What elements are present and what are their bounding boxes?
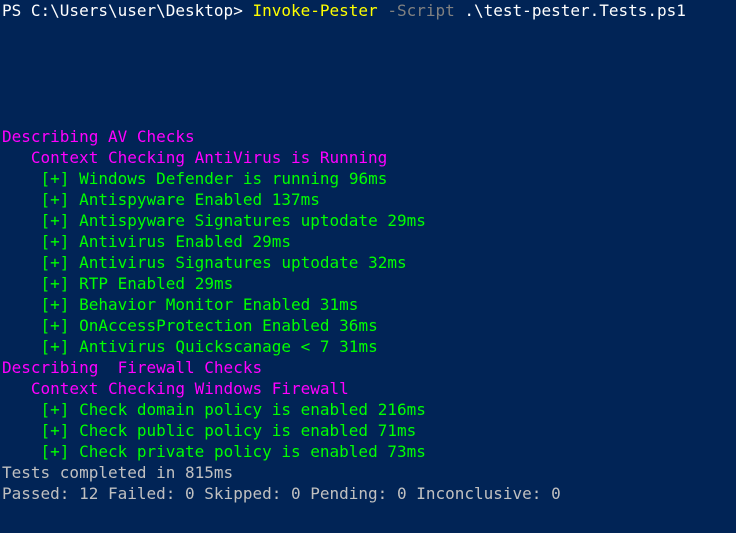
test-name: Antivirus Signatures uptodate xyxy=(79,253,358,272)
context-header: Context Checking Windows Firewall xyxy=(2,378,734,399)
cmdlet: Invoke-Pester xyxy=(252,1,377,20)
test-duration: 73ms xyxy=(387,442,426,461)
test-name: Behavior Monitor Enabled xyxy=(79,295,310,314)
test-name: OnAccessProtection Enabled xyxy=(79,316,329,335)
test-duration: 29ms xyxy=(387,211,426,230)
describe-header: Describing AV Checks xyxy=(2,126,734,147)
describe-header: Describing Firewall Checks xyxy=(2,357,734,378)
tests-summary-counts: Passed: 12 Failed: 0 Skipped: 0 Pending:… xyxy=(2,483,734,504)
pass-icon: [+] xyxy=(41,232,70,251)
prompt-line: PS C:\Users\user\Desktop> Invoke-Pester … xyxy=(2,0,734,21)
test-name: Check private policy is enabled xyxy=(79,442,378,461)
test-pass: [+] RTP Enabled 29ms xyxy=(2,273,734,294)
test-duration: 31ms xyxy=(339,337,378,356)
test-duration: 29ms xyxy=(195,274,234,293)
test-pass: [+] Check private policy is enabled 73ms xyxy=(2,441,734,462)
test-duration: 32ms xyxy=(368,253,407,272)
tests-completed: Tests completed in 815ms xyxy=(2,462,734,483)
test-name: RTP Enabled xyxy=(79,274,185,293)
pass-icon: [+] xyxy=(41,190,70,209)
test-name: Antivirus Quickscanage < 7 xyxy=(79,337,329,356)
pass-icon: [+] xyxy=(41,400,70,419)
test-pass: [+] Check domain policy is enabled 216ms xyxy=(2,399,734,420)
test-pass: [+] Antispyware Signatures uptodate 29ms xyxy=(2,210,734,231)
pass-icon: [+] xyxy=(41,253,70,272)
powershell-terminal[interactable]: PS C:\Users\user\Desktop> Invoke-Pester … xyxy=(0,0,736,504)
test-duration: 71ms xyxy=(378,421,417,440)
test-pass: [+] Antivirus Signatures uptodate 32ms xyxy=(2,252,734,273)
pass-icon: [+] xyxy=(41,442,70,461)
test-name: Check public policy is enabled xyxy=(79,421,368,440)
pass-icon: [+] xyxy=(41,337,70,356)
test-name: Antispyware Enabled xyxy=(79,190,262,209)
test-name: Windows Defender is running xyxy=(79,169,339,188)
param-name: -Script xyxy=(378,1,455,20)
test-pass: [+] OnAccessProtection Enabled 36ms xyxy=(2,315,734,336)
blank-area xyxy=(2,21,734,126)
test-pass: [+] Antivirus Quickscanage < 7 31ms xyxy=(2,336,734,357)
pass-icon: [+] xyxy=(41,316,70,335)
context-header: Context Checking AntiVirus is Running xyxy=(2,147,734,168)
ps-prompt: PS C:\Users\user\Desktop> xyxy=(2,1,252,20)
test-name: Antivirus Enabled xyxy=(79,232,243,251)
test-pass: [+] Check public policy is enabled 71ms xyxy=(2,420,734,441)
test-pass: [+] Windows Defender is running 96ms xyxy=(2,168,734,189)
test-duration: 96ms xyxy=(349,169,388,188)
pass-icon: [+] xyxy=(41,211,70,230)
pass-icon: [+] xyxy=(41,169,70,188)
test-duration: 137ms xyxy=(272,190,320,209)
pass-icon: [+] xyxy=(41,274,70,293)
test-pass: [+] Antispyware Enabled 137ms xyxy=(2,189,734,210)
pass-icon: [+] xyxy=(41,295,70,314)
test-duration: 29ms xyxy=(252,232,291,251)
param-arg: .\test-pester.Tests.ps1 xyxy=(455,1,686,20)
pass-icon: [+] xyxy=(41,421,70,440)
test-name: Check domain policy is enabled xyxy=(79,400,368,419)
test-name: Antispyware Signatures uptodate xyxy=(79,211,378,230)
test-pass: [+] Behavior Monitor Enabled 31ms xyxy=(2,294,734,315)
test-duration: 216ms xyxy=(378,400,426,419)
test-duration: 36ms xyxy=(339,316,378,335)
test-pass: [+] Antivirus Enabled 29ms xyxy=(2,231,734,252)
test-duration: 31ms xyxy=(320,295,359,314)
